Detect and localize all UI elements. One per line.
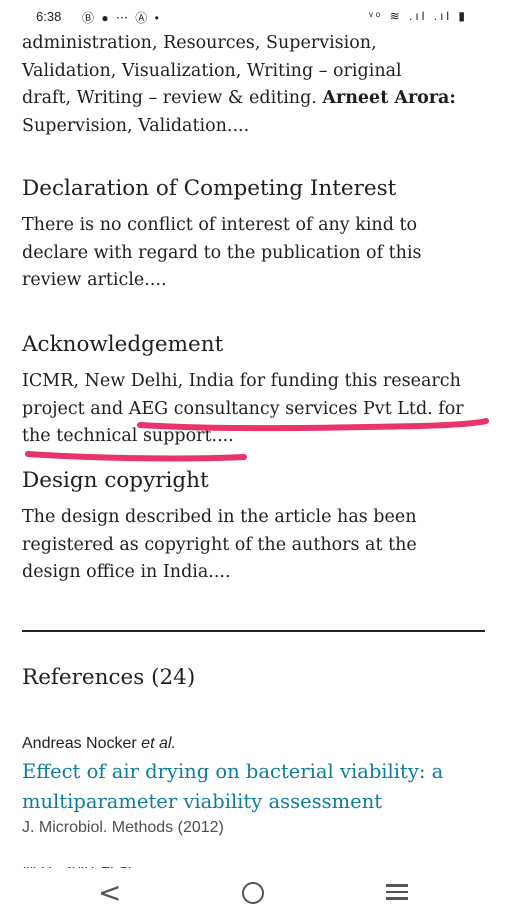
reference-title-link[interactable]: Effect of air drying on bacterial viabil… bbox=[22, 757, 492, 817]
reference-author: Andreas Nocker et al. bbox=[22, 735, 492, 753]
references-section: References (24) Andreas Nocker et al. Ef… bbox=[22, 663, 492, 876]
back-icon[interactable]: < bbox=[98, 876, 121, 909]
acknowledgement-section: Acknowledgement ICMR, New Delhi, India f… bbox=[22, 330, 464, 451]
article-content: administration, Resources, Supervision, … bbox=[22, 30, 492, 582]
section-text: the technical support.... bbox=[22, 426, 234, 446]
contributions-line: Validation, Visualization, Writing – ori… bbox=[22, 60, 402, 81]
section-divider bbox=[22, 630, 485, 632]
status-bar: 6:38 Ⓑ ● ⋯ Ⓐ • ᵛᵒ ≋ .ıl .ıl ▮ bbox=[0, 0, 506, 34]
notification-icons: Ⓑ ● ⋯ Ⓐ • bbox=[82, 11, 161, 25]
contributions-text: draft, Writing – review & editing. bbox=[22, 88, 323, 108]
contributions-line: Supervision, Validation.... bbox=[22, 115, 250, 136]
recents-icon[interactable] bbox=[386, 884, 408, 904]
reference-title-line[interactable]: multiparameter viability assessment bbox=[22, 787, 492, 817]
status-time: 6:38 bbox=[36, 9, 62, 24]
section-heading: Declaration of Competing Interest bbox=[22, 176, 397, 201]
contributions-line: draft, Writing – review & editing. Arnee… bbox=[22, 85, 492, 113]
section-text: registered as copyright of the authors a… bbox=[22, 534, 417, 555]
section-text: ICMR, New Delhi, India for funding this … bbox=[22, 371, 461, 391]
section-text: review article.... bbox=[22, 270, 167, 290]
design-copyright-section: Design copyright The design described in… bbox=[22, 466, 417, 587]
contributions-section: administration, Resources, Supervision, … bbox=[22, 30, 492, 140]
section-text: design office in India.... bbox=[22, 562, 231, 582]
section-text: The design described in the article has … bbox=[22, 507, 417, 527]
references-heading: References (24) bbox=[22, 665, 196, 690]
contributor-name: Arneet Arora: bbox=[322, 88, 456, 108]
reference-author-name: Andreas Nocker bbox=[22, 735, 137, 752]
navigation-bar: < bbox=[0, 868, 506, 916]
section-text: declare with regard to the publication o… bbox=[22, 242, 422, 263]
section-heading: Acknowledgement bbox=[22, 332, 224, 357]
contributions-line: administration, Resources, Supervision, bbox=[22, 33, 377, 53]
section-heading: Design copyright bbox=[22, 468, 209, 493]
reference-title-line[interactable]: Effect of air drying on bacterial viabil… bbox=[22, 757, 492, 787]
competing-interest-section: Declaration of Competing Interest There … bbox=[22, 174, 422, 295]
reference-etal: et al. bbox=[141, 735, 176, 752]
system-status-icons: ᵛᵒ ≋ .ıl .ıl ▮ bbox=[368, 9, 468, 23]
section-text: There is no conflict of interest of any … bbox=[22, 215, 418, 235]
section-text: project and AEG consultancy services Pvt… bbox=[22, 398, 464, 419]
highlight-stroke bbox=[25, 451, 247, 462]
reference-journal: J. Microbiol. Methods (2012) bbox=[22, 819, 224, 836]
home-icon[interactable] bbox=[242, 882, 264, 904]
